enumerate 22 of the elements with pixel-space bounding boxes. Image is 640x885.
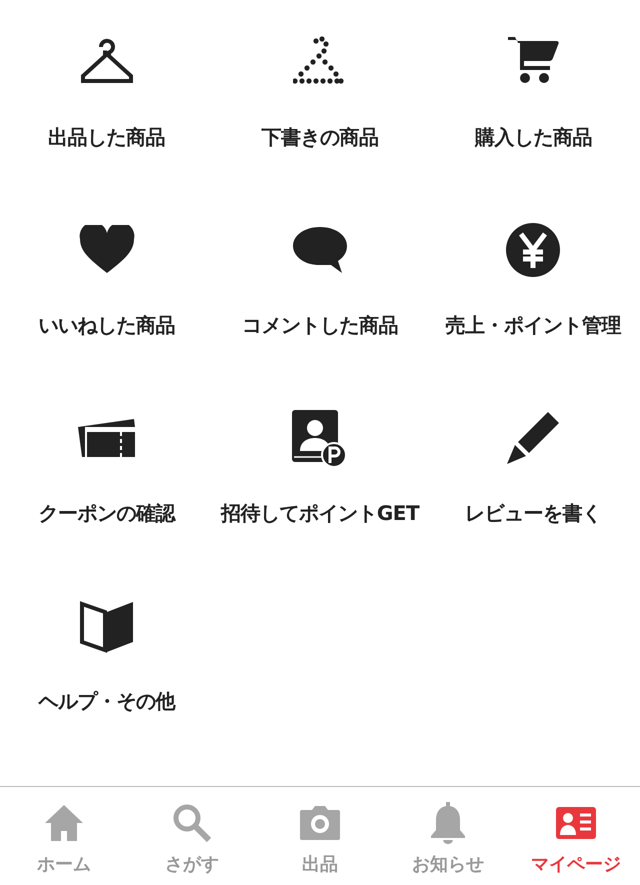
profile-card-icon [555, 806, 597, 840]
menu-item-label[interactable]: コメントした商品 [242, 313, 398, 337]
menu-item-label[interactable]: 売上・ポイント管理 [446, 313, 622, 337]
bell-icon [428, 802, 468, 844]
yen-icon [506, 223, 560, 277]
menu-item-label[interactable]: クーポンの確認 [38, 501, 175, 525]
pencil-icon [505, 410, 562, 466]
menu-item-label[interactable]: いいねした商品 [38, 313, 175, 337]
menu-item-label[interactable]: 出品した商品 [48, 125, 166, 149]
camera-icon [299, 805, 341, 841]
heart-icon [78, 225, 135, 275]
menu-item-label[interactable]: 招待してポイントGET [220, 501, 420, 525]
menu-item-label[interactable]: 下書きの商品 [261, 125, 378, 149]
search-icon [172, 803, 212, 843]
speech-bubble-icon [292, 225, 348, 275]
home-icon [44, 804, 84, 842]
menu-item-label[interactable]: レビューを書く [465, 501, 602, 525]
menu-item-label[interactable]: ヘルプ・その他 [38, 689, 175, 713]
menu-item-label[interactable]: 購入した商品 [474, 125, 592, 149]
ticket-icon [76, 417, 137, 459]
book-icon [78, 599, 135, 653]
tab[interactable]: マイページ [512, 787, 640, 885]
